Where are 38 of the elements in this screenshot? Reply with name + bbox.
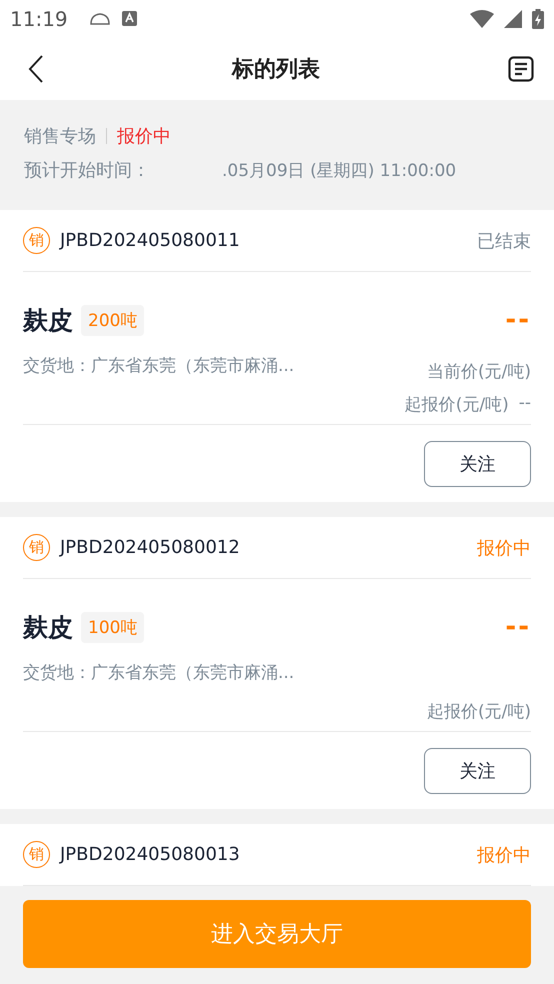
session-status: 报价中 <box>117 125 171 148</box>
lot-code: JPBD202405080013 <box>60 844 240 865</box>
follow-button[interactable]: 关注 <box>424 748 531 794</box>
signal-icon <box>504 10 522 28</box>
keyboard-app-icon <box>122 11 137 26</box>
wifi-icon <box>470 10 494 28</box>
delivery-location: 交货地：广东省东莞（东莞市麻涌... <box>23 355 294 378</box>
start-time: .05月09日 (星期四) 11:00:00 <box>222 160 456 182</box>
quantity-tag: 100吨 <box>81 612 144 642</box>
start-price-label: 起报价(元/吨) <box>427 701 531 723</box>
price-value: -- <box>505 305 531 335</box>
sale-badge: 销 <box>23 841 50 868</box>
back-icon[interactable] <box>28 54 44 82</box>
lot-card[interactable]: 销 JPBD202405080011 已结束 麸皮 200吨 -- 交货地：广东省东莞（东莞市麻涌... 当前价(元/吨) 起报价(元/吨) -- 关注 <box>0 210 554 502</box>
product-name: 麸皮 <box>23 304 73 336</box>
lot-status: 报价中 <box>477 844 531 866</box>
start-time-label: 预计开始时间： <box>24 159 150 182</box>
product-name: 麸皮 <box>23 612 73 644</box>
lot-code: JPBD202405080011 <box>60 230 240 251</box>
page-title: 标的列表 <box>232 56 320 84</box>
lot-status: 已结束 <box>477 230 531 252</box>
delivery-location: 交货地：广东省东莞（东莞市麻涌... <box>23 662 294 685</box>
current-price-label: 当前价(元/吨) <box>427 361 531 383</box>
status-time: 11:19 <box>10 6 68 30</box>
sale-badge: 销 <box>23 534 50 561</box>
session-name: 销售专场 <box>24 125 96 148</box>
follow-button[interactable]: 关注 <box>424 440 531 486</box>
battery-charging-icon <box>532 8 544 28</box>
lot-code: JPBD202405080012 <box>60 537 240 558</box>
lot-card[interactable]: 销 JPBD202405080013 报价中 <box>0 824 554 886</box>
lot-status: 报价中 <box>477 536 531 560</box>
lot-card[interactable]: 销 JPBD202405080012 报价中 麸皮 100吨 -- 交货地：广东省东莞（东莞市麻涌... 起报价(元/吨) 关注 <box>0 517 554 809</box>
quantity-tag: 200吨 <box>81 304 144 336</box>
sale-badge: 销 <box>23 227 50 254</box>
start-price-label: 起报价(元/吨) <box>404 394 509 416</box>
document-icon[interactable] <box>508 56 534 82</box>
price-value: -- <box>505 612 531 642</box>
start-price-value: -- <box>518 393 531 415</box>
